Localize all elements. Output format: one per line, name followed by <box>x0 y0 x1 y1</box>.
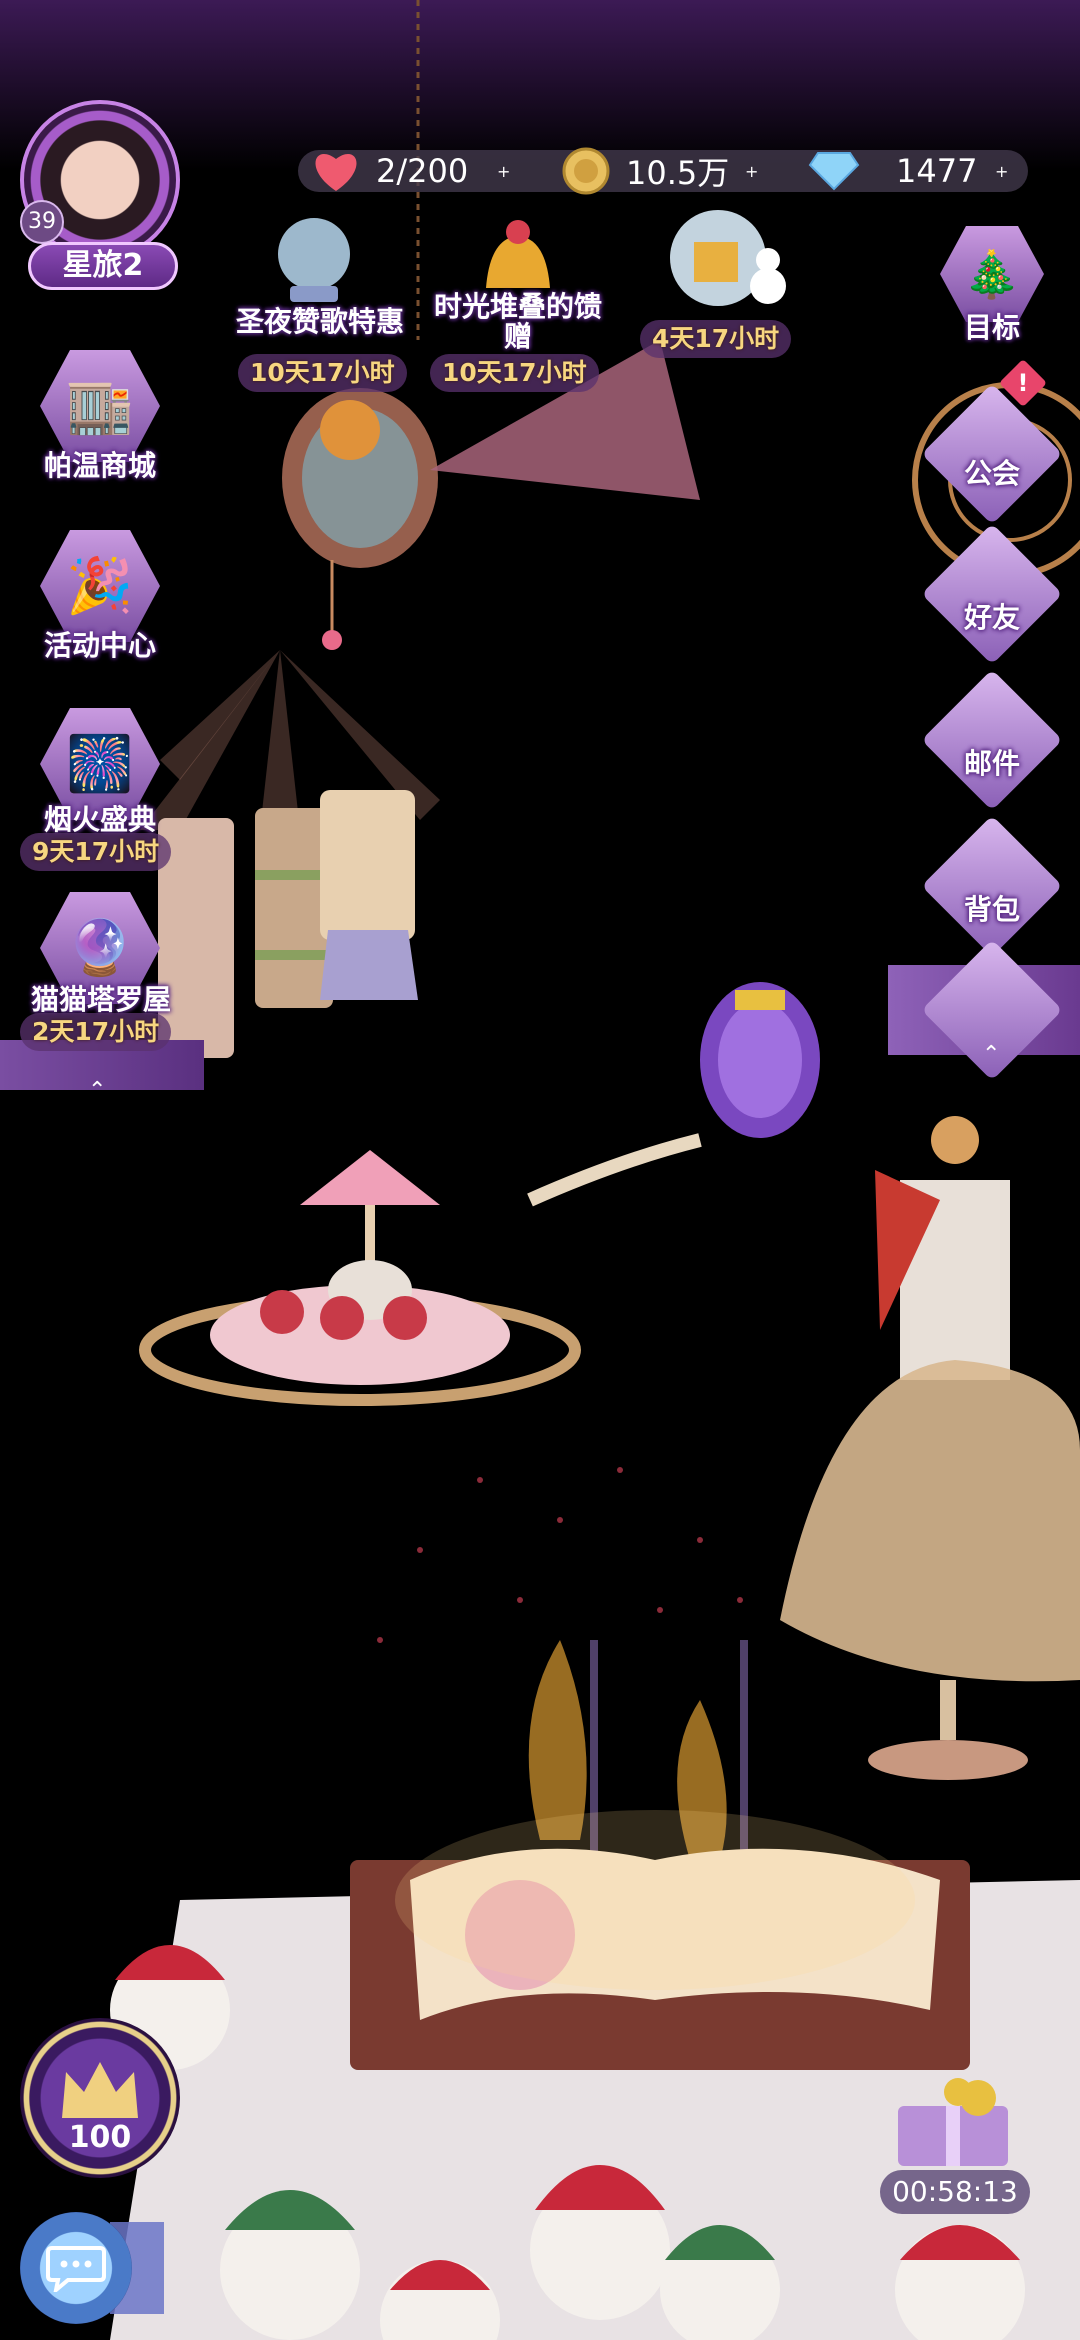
gift-box-icon <box>898 2078 1008 2166</box>
friends-label: 好友 <box>963 601 1020 634</box>
chat-icon <box>46 2246 106 2292</box>
add-diamonds-button[interactable]: + <box>995 142 1008 200</box>
mail-label: 邮件 <box>963 747 1020 780</box>
coin-icon <box>560 145 612 197</box>
guild-alert-badge <box>998 358 1048 408</box>
shop-label: 帕温商城 <box>43 449 156 482</box>
event-timer: 10天17小时 <box>430 354 599 392</box>
event-label: 时光堆叠的馈赠 <box>433 290 602 353</box>
fireworks-timer: 9天17小时 <box>20 833 172 871</box>
gift-timer: 00:58:13 <box>880 2170 1030 2214</box>
player-name: 星旅2 <box>28 242 178 290</box>
crown-value: 100 <box>68 2120 132 2155</box>
add-hearts-button[interactable]: + <box>497 142 510 200</box>
collapse-right-caret-icon[interactable]: ⌃ <box>982 1042 1000 1067</box>
bag-label: 背包 <box>963 893 1020 926</box>
snow-globe-icon <box>278 218 350 302</box>
diamonds-value: 1477 <box>896 152 978 190</box>
coins-value: 10.5万 <box>626 154 730 192</box>
diamond-icon <box>808 145 860 197</box>
hearts-resource: 2/200 <box>310 142 468 200</box>
fireworks-label: 烟火盛典 <box>43 803 156 836</box>
level-badge: 39 <box>20 200 64 244</box>
event-timer: 4天17小时 <box>640 320 792 358</box>
gift-globe-icon <box>670 210 786 306</box>
activity-label: 活动中心 <box>43 629 156 662</box>
goals-label: 目标 <box>963 311 1020 344</box>
tarot-timer: 2天17小时 <box>20 1013 172 1051</box>
heart-icon <box>310 145 362 197</box>
guild-label: 公会 <box>963 457 1020 490</box>
tarot-label: 猫猫塔罗屋 <box>30 983 171 1016</box>
coins-resource: 10.5万 <box>560 142 729 200</box>
add-coins-button[interactable]: + <box>745 142 758 200</box>
chat-button[interactable] <box>20 2212 132 2324</box>
collapse-left-caret-icon[interactable]: ⌃ <box>88 1078 106 1103</box>
event-timer: 10天17小时 <box>238 354 407 392</box>
player-avatar[interactable]: 39 星旅2 <box>20 100 180 290</box>
hearts-value: 2/200 <box>376 152 469 190</box>
event-label: 圣夜赞歌特惠 <box>235 305 404 338</box>
diamonds-resource: 1477 <box>808 142 977 200</box>
